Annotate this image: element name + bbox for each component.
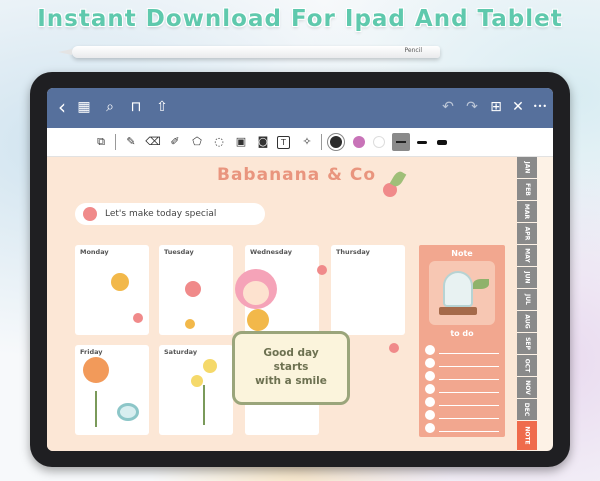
tablet-device: ‹ ▦ ⌕ ⊓ ⇧ ↶ ↷ ⊞ ✕ ••• ⧉ ✎ ⌫ ✐ ⬠ ◌ ▣ ◙ T … [30, 72, 570, 467]
day-box-friday[interactable]: Friday [75, 345, 149, 435]
tab-dec[interactable]: DEC [517, 399, 537, 421]
image-icon[interactable]: ▣ [233, 134, 249, 150]
planner-page[interactable]: Babanana & Co Let's make today special M… [47, 157, 517, 451]
snail-sticker [117, 403, 139, 421]
day-label: Tuesday [164, 248, 194, 256]
color-swatch-white[interactable] [373, 136, 385, 148]
tab-feb[interactable]: FEB [517, 179, 537, 201]
todo-item[interactable] [425, 384, 499, 394]
note-panel[interactable]: Note to do [419, 245, 505, 437]
stem-decoration [203, 385, 205, 425]
sunflower-sticker [247, 309, 269, 331]
text-tool-icon[interactable]: T [277, 136, 290, 149]
day-label: Thursday [336, 248, 370, 256]
quote-text: Good day starts with a smile [235, 346, 347, 388]
tab-jan[interactable]: JAN [517, 157, 537, 179]
tablet-screen: ‹ ▦ ⌕ ⊓ ⇧ ↶ ↷ ⊞ ✕ ••• ⧉ ✎ ⌫ ✐ ⬠ ◌ ▣ ◙ T … [47, 88, 553, 451]
grid-icon[interactable]: ▦ [73, 96, 95, 118]
tab-jul[interactable]: JUL [517, 289, 537, 311]
day-label: Monday [80, 248, 109, 256]
flower-sticker [185, 281, 201, 297]
headline: Instant Download For Ipad And Tablet [37, 6, 563, 32]
more-icon[interactable]: ••• [529, 96, 551, 118]
toolbar-divider [115, 134, 116, 150]
shape-icon[interactable]: ⬠ [189, 134, 205, 150]
day-box-tuesday[interactable]: Tuesday [159, 245, 233, 335]
apple-pencil: Pencil [58, 46, 440, 58]
note-title: Note [451, 249, 473, 258]
todo-item[interactable] [425, 371, 499, 381]
quote-line: Good day [263, 347, 319, 359]
search-icon[interactable]: ⌕ [99, 96, 121, 118]
app-navbar: ‹ ▦ ⌕ ⊓ ⇧ ↶ ↷ ⊞ ✕ ••• [47, 88, 553, 128]
quote-line: with a smile [255, 375, 327, 387]
tab-jun[interactable]: JUN [517, 267, 537, 289]
back-icon[interactable]: ‹ [51, 96, 73, 118]
camera-icon[interactable]: ◙ [255, 134, 271, 150]
todo-title: to do [450, 329, 474, 338]
day-box-thursday[interactable]: Thursday [331, 245, 405, 335]
eraser-icon[interactable]: ⌫ [145, 134, 161, 150]
day-label: Wednesday [250, 248, 292, 256]
glass-jar-illustration [429, 261, 495, 325]
todo-item[interactable] [425, 345, 499, 355]
color-swatch-black[interactable] [330, 136, 342, 148]
day-box-monday[interactable]: Monday [75, 245, 149, 335]
jar-icon [443, 271, 473, 307]
tab-may[interactable]: MAY [517, 245, 537, 267]
tab-mar[interactable]: MAR [517, 201, 537, 223]
tab-apr[interactable]: APR [517, 223, 537, 245]
drawing-toolbar: ⧉ ✎ ⌫ ✐ ⬠ ◌ ▣ ◙ T ✧ [47, 128, 553, 157]
flower-sticker [133, 313, 143, 323]
quote-line: starts [273, 361, 309, 373]
todo-item[interactable] [425, 423, 499, 433]
lasso-icon[interactable]: ◌ [211, 134, 227, 150]
todo-item[interactable] [425, 410, 499, 420]
tab-aug[interactable]: AUG [517, 311, 537, 333]
jar-base [439, 307, 477, 315]
redo-icon[interactable]: ↷ [461, 96, 483, 118]
quote-card: Good day starts with a smile [232, 331, 350, 405]
color-swatch-pink[interactable] [353, 136, 365, 148]
toolbar-divider [321, 134, 322, 150]
day-label: Friday [80, 348, 103, 356]
stroke-size-selected[interactable] [392, 133, 410, 151]
tab-nov[interactable]: NOV [517, 377, 537, 399]
undo-icon[interactable]: ↶ [437, 96, 459, 118]
stroke-size-thick[interactable] [437, 140, 447, 145]
flower-sticker [203, 359, 217, 373]
tab-note[interactable]: NOTE [517, 421, 537, 451]
tab-sep[interactable]: SEP [517, 333, 537, 355]
pencil-brand: Pencil [404, 47, 422, 54]
todo-item[interactable] [425, 358, 499, 368]
stem-decoration [95, 391, 97, 427]
stroke-size-medium[interactable] [417, 141, 427, 144]
flower-sticker [185, 319, 195, 329]
flower-decoration [83, 207, 97, 221]
tab-oct[interactable]: OCT [517, 355, 537, 377]
close-icon[interactable]: ✕ [507, 96, 529, 118]
lasso-select-icon[interactable]: ⧉ [93, 134, 109, 150]
flower-sticker [317, 265, 327, 275]
flower-sticker [191, 375, 203, 387]
day-box-saturday[interactable]: Saturday [159, 345, 233, 435]
month-tabs: JAN FEB MAR APR MAY JUN JUL AUG SEP OCT … [517, 157, 537, 451]
planner-brand: Babanana & Co [217, 165, 377, 185]
greeting-banner: Let's make today special [75, 203, 265, 225]
share-icon[interactable]: ⇧ [151, 96, 173, 118]
pen-icon[interactable]: ✎ [123, 134, 139, 150]
flower-sticker [83, 357, 109, 383]
girl-character-face [243, 281, 269, 305]
laser-pointer-icon[interactable]: ✧ [299, 134, 315, 150]
highlighter-icon[interactable]: ✐ [167, 134, 183, 150]
flower-sticker [111, 273, 129, 291]
add-page-icon[interactable]: ⊞ [485, 96, 507, 118]
flower-sticker [389, 343, 399, 353]
bookmark-icon[interactable]: ⊓ [125, 96, 147, 118]
todo-item[interactable] [425, 397, 499, 407]
day-label: Saturday [164, 348, 198, 356]
leaf-decoration [473, 279, 489, 289]
